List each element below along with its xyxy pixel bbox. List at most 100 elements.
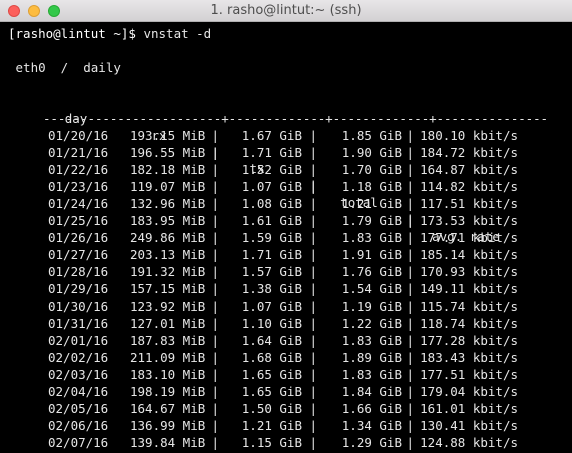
cell-tx: 1.65 GiB: [241, 383, 302, 399]
title-bar[interactable]: 1. rasho@lintut:~ (ssh): [0, 0, 572, 22]
cell-tx: 1.50 GiB: [241, 400, 302, 416]
cell-day: 02/02/16: [48, 349, 109, 365]
table-row: 01/22/16 182.18 MiB | 1.52 GiB | 1.70 GiB | 164…: [0, 162, 572, 179]
cell-day: 01/29/16: [48, 281, 109, 297]
cell-day: 01/30/16: [48, 298, 109, 314]
cell-sep: |: [309, 213, 317, 229]
cell-sep: |: [406, 417, 414, 433]
cell-day: 01/22/16: [48, 162, 109, 178]
cell-avg-rate: 180.10 kbit/s: [420, 128, 518, 143]
cell-sep: |: [211, 383, 219, 399]
cell-sep: |: [406, 179, 414, 195]
cell-tx: 1.08 GiB: [241, 196, 302, 212]
table-row: 01/28/16 191.32 MiB | 1.57 GiB | 1.76 GiB | 170…: [0, 264, 572, 281]
cell-sep: |: [309, 162, 317, 178]
cell-sep: |: [211, 213, 219, 229]
cell-sep: |: [406, 383, 414, 399]
cell-total: 1.83 GiB: [341, 366, 402, 382]
cell-avg-rate: 117.51 kbit/s: [420, 196, 518, 212]
cell-sep: |: [406, 400, 414, 416]
cell-total: 1.22 GiB: [341, 315, 402, 331]
cell-sep: |: [406, 247, 414, 263]
table-row: 02/06/16 136.99 MiB | 1.21 GiB | 1.34 GiB | 130…: [0, 418, 572, 435]
table-row: 02/03/16 183.10 MiB | 1.65 GiB | 1.83 GiB | 177…: [0, 367, 572, 384]
cell-total: 1.34 GiB: [341, 417, 402, 433]
cell-tx: 1.10 GiB: [241, 315, 302, 331]
cell-sep: |: [406, 196, 414, 212]
cell-sep: |: [309, 179, 317, 195]
cell-avg-rate: 179.04 kbit/s: [420, 383, 518, 399]
cell-tx: 1.67 GiB: [241, 128, 302, 143]
cell-sep: |: [309, 264, 317, 280]
cell-sep: |: [309, 145, 317, 161]
cell-tx: 1.68 GiB: [241, 349, 302, 365]
command-line: [rasho@lintut ~]$ vnstat -d: [8, 26, 211, 43]
cell-sep: |: [211, 128, 219, 143]
cell-rx: 164.67 MiB: [130, 400, 206, 416]
cell-avg-rate: 177.28 kbit/s: [420, 332, 518, 348]
cell-tx: 1.71 GiB: [241, 145, 302, 161]
cell-sep: |: [406, 349, 414, 365]
cell-sep: |: [406, 128, 414, 143]
cell-tx: 1.71 GiB: [241, 247, 302, 263]
table-row: 01/24/16 132.96 MiB | 1.08 GiB | 1.21 GiB | 117…: [0, 196, 572, 213]
cell-rx: 182.18 MiB: [130, 162, 206, 178]
cell-tx: 1.52 GiB: [241, 162, 302, 178]
cell-day: 01/25/16: [48, 213, 109, 229]
cell-sep: |: [211, 230, 219, 246]
cell-rx: 187.83 MiB: [130, 332, 206, 348]
cell-sep: |: [211, 162, 219, 178]
cell-total: 1.54 GiB: [341, 281, 402, 297]
cell-sep: |: [309, 400, 317, 416]
cell-sep: |: [211, 179, 219, 195]
cell-sep: |: [211, 434, 219, 450]
table-row: 01/20/16 193.15 MiB | 1.67 GiB | 1.85 GiB | 180…: [0, 128, 572, 145]
command-text: vnstat -d: [143, 26, 212, 41]
window-title: 1. rasho@lintut:~ (ssh): [210, 3, 362, 18]
cell-day: 01/20/16: [48, 128, 109, 143]
cell-rx: 193.15 MiB: [130, 128, 206, 143]
cell-avg-rate: 173.53 kbit/s: [420, 213, 518, 229]
cell-sep: |: [309, 128, 317, 143]
cell-sep: |: [309, 281, 317, 297]
cell-avg-rate: 185.14 kbit/s: [420, 247, 518, 263]
cell-sep: |: [309, 349, 317, 365]
cell-total: 1.76 GiB: [341, 264, 402, 280]
cell-sep: |: [211, 400, 219, 416]
table-header: day rx | tx | total | avg. rate: [0, 94, 572, 244]
cell-avg-rate: 124.88 kbit/s: [420, 434, 518, 450]
cell-sep: |: [406, 434, 414, 450]
cell-rx: 136.99 MiB: [130, 417, 206, 433]
table-row: 01/26/16 249.86 MiB | 1.59 GiB | 1.83 GiB | 177…: [0, 230, 572, 247]
table-row: 02/04/16 198.19 MiB | 1.65 GiB | 1.84 GiB | 179…: [0, 384, 572, 401]
cell-sep: |: [211, 196, 219, 212]
cell-total: 1.29 GiB: [341, 434, 402, 450]
cell-sep: |: [211, 366, 219, 382]
cell-sep: |: [211, 315, 219, 331]
cell-sep: |: [309, 366, 317, 382]
table-row: 01/29/16 157.15 MiB | 1.38 GiB | 1.54 GiB | 149…: [0, 281, 572, 298]
cell-day: 01/31/16: [48, 315, 109, 331]
cell-day: 01/27/16: [48, 247, 109, 263]
cell-total: 1.84 GiB: [341, 383, 402, 399]
cell-sep: |: [406, 281, 414, 297]
cell-avg-rate: 130.41 kbit/s: [420, 417, 518, 433]
cell-rx: 203.13 MiB: [130, 247, 206, 263]
cell-day: 01/26/16: [48, 230, 109, 246]
cell-sep: |: [309, 383, 317, 399]
cell-day: 01/28/16: [48, 264, 109, 280]
cell-sep: |: [211, 349, 219, 365]
cell-tx: 1.57 GiB: [241, 264, 302, 280]
cell-sep: |: [309, 230, 317, 246]
cell-tx: 1.61 GiB: [241, 213, 302, 229]
cell-day: 02/05/16: [48, 400, 109, 416]
cell-sep: |: [406, 213, 414, 229]
cell-sep: |: [309, 434, 317, 450]
terminal-output[interactable]: [rasho@lintut ~]$ vnstat -d eth0 / daily…: [0, 22, 572, 453]
cell-sep: |: [211, 417, 219, 433]
cell-avg-rate: 161.01 kbit/s: [420, 400, 518, 416]
cell-total: 1.21 GiB: [341, 196, 402, 212]
cell-avg-rate: 164.87 kbit/s: [420, 162, 518, 178]
cell-day: 02/03/16: [48, 366, 109, 382]
table-row: 01/31/16 127.01 MiB | 1.10 GiB | 1.22 GiB | 118…: [0, 316, 572, 333]
